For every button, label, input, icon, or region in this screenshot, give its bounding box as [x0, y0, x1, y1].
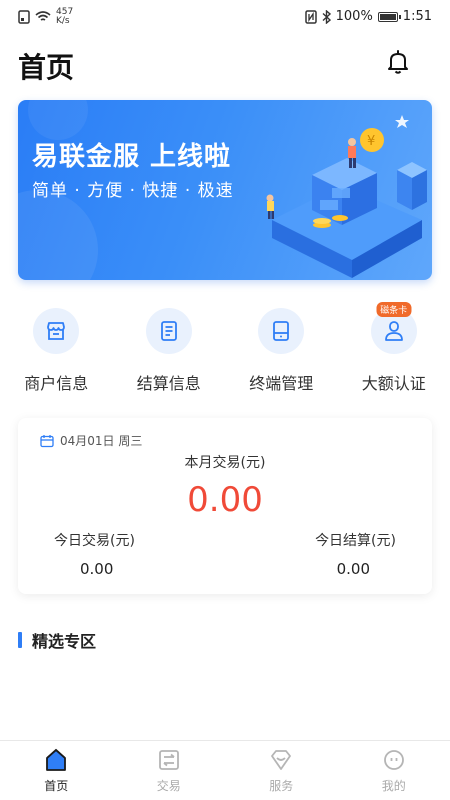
notification-bell-icon[interactable] — [384, 48, 412, 76]
quick-terminal-management[interactable]: 终端管理 — [225, 308, 338, 398]
tab-transaction[interactable]: 交易 — [113, 741, 226, 800]
network-speed: 457 K/s — [56, 8, 73, 26]
tab-label: 服务 — [269, 779, 294, 793]
banner-title: 易联金服 上线啦 — [32, 142, 232, 172]
tab-profile[interactable]: 我的 — [338, 741, 450, 800]
transaction-summary-card[interactable]: 04月01日 周三 本月交易(元) 0.00 今日交易(元) 0.00 今日结算… — [18, 418, 432, 594]
section-accent-bar — [18, 632, 22, 648]
quick-icon-wrap — [33, 308, 80, 354]
tab-label: 交易 — [156, 779, 181, 793]
quick-icon-wrap — [258, 308, 305, 354]
quick-merchant-info[interactable]: 商户信息 — [0, 308, 113, 398]
wifi-icon — [35, 11, 51, 21]
month-trade-label: 本月交易(元) — [184, 455, 266, 471]
today-settle-value: 0.00 — [336, 560, 370, 578]
storefront-icon — [47, 322, 66, 340]
bottom-tab-bar: 首页 交易 服务 我的 — [0, 740, 450, 800]
battery-percent: 100% — [335, 9, 373, 24]
document-icon — [160, 321, 177, 341]
quick-actions: 商户信息 结算信息 终端管理 磁条卡 大额认证 — [0, 302, 450, 398]
quick-icon-wrap: 磁条卡 — [370, 302, 417, 354]
quick-settlement-info[interactable]: 结算信息 — [113, 308, 226, 398]
user-verify-icon — [384, 321, 403, 341]
quick-label: 大额认证 — [361, 374, 426, 393]
quick-label: 商户信息 — [24, 374, 89, 393]
status-bar: 457 K/s 100% 1:51 — [0, 0, 450, 34]
terminal-icon — [273, 321, 290, 341]
bluetooth-icon — [322, 9, 331, 24]
today-trade-value: 0.00 — [80, 560, 114, 578]
calendar-icon — [40, 434, 54, 447]
profile-icon — [383, 750, 404, 770]
magstripe-badge: 磁条卡 — [376, 302, 412, 317]
page-title: 首页 — [18, 51, 75, 84]
date-text: 04月01日 周三 — [60, 434, 143, 448]
banner-subtitle: 简单 · 方便 · 快捷 · 极速 — [32, 181, 234, 201]
month-trade-value: 0.00 — [187, 480, 263, 520]
svg-text:¥: ¥ — [367, 134, 375, 149]
today-trade-label: 今日交易(元) — [54, 533, 135, 549]
status-right: 100% 1:51 — [304, 9, 432, 24]
featured-section-header: 精选专区 — [18, 628, 96, 652]
today-settle-label: 今日结算(元) — [315, 533, 396, 549]
tab-label: 我的 — [381, 779, 406, 793]
status-left: 457 K/s — [18, 8, 73, 26]
speed-unit: K/s — [56, 16, 70, 26]
section-title: 精选专区 — [32, 632, 97, 651]
tab-home[interactable]: 首页 — [0, 741, 113, 800]
card-date: 04月01日 周三 — [40, 432, 142, 449]
quick-label: 结算信息 — [136, 374, 201, 393]
nfc-icon — [304, 9, 317, 24]
tab-service[interactable]: 服务 — [225, 741, 338, 800]
promo-banner[interactable]: 易联金服 上线啦 简单 · 方便 · 快捷 · 极速 ¥ — [18, 100, 432, 280]
banner-illustration: ¥ — [266, 115, 427, 278]
quick-label: 终端管理 — [249, 374, 314, 393]
tab-label: 首页 — [44, 779, 69, 793]
battery-icon — [377, 11, 401, 22]
quick-large-amount-verify[interactable]: 磁条卡 大额认证 — [338, 302, 450, 398]
clock: 1:51 — [402, 9, 432, 24]
notification-icon — [18, 10, 30, 24]
home-icon — [46, 748, 67, 771]
transaction-icon — [158, 750, 179, 770]
quick-icon-wrap — [145, 308, 192, 354]
app-header: 首页 — [0, 34, 450, 94]
service-icon — [271, 750, 292, 770]
